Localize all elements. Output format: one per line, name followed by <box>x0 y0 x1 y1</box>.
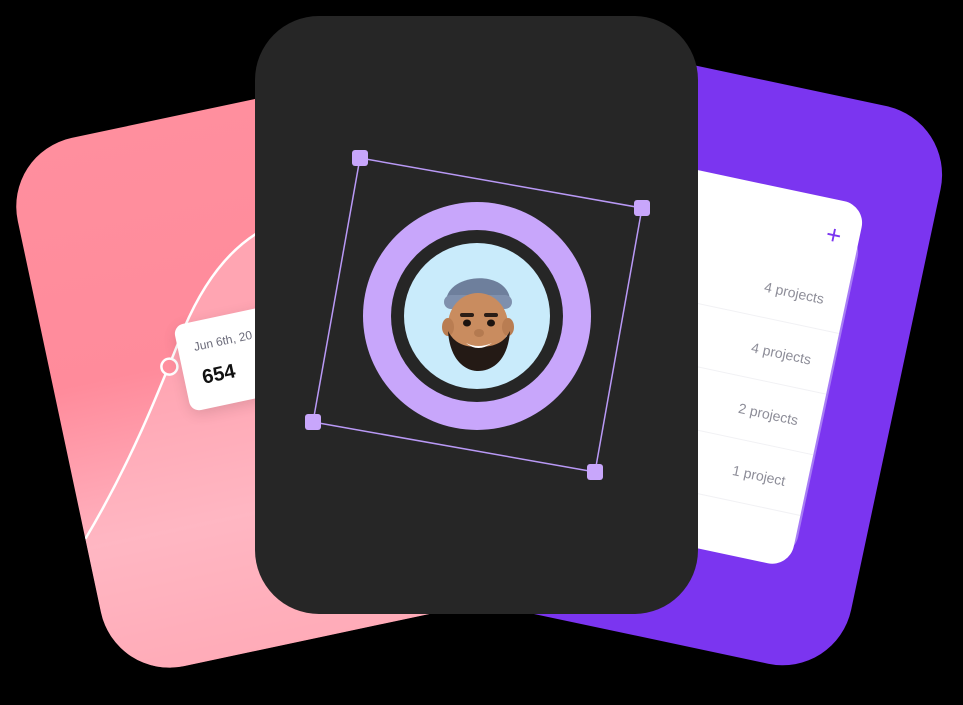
illustration: Jun 6th, 20 654 + 4 projects 4 projects … <box>0 0 963 705</box>
crop-handle-icon <box>587 464 603 480</box>
crop-handle-icon <box>305 414 321 430</box>
crop-frame <box>305 150 650 480</box>
crop-handle-icon <box>634 200 650 216</box>
crop-handle-icon <box>352 150 368 166</box>
